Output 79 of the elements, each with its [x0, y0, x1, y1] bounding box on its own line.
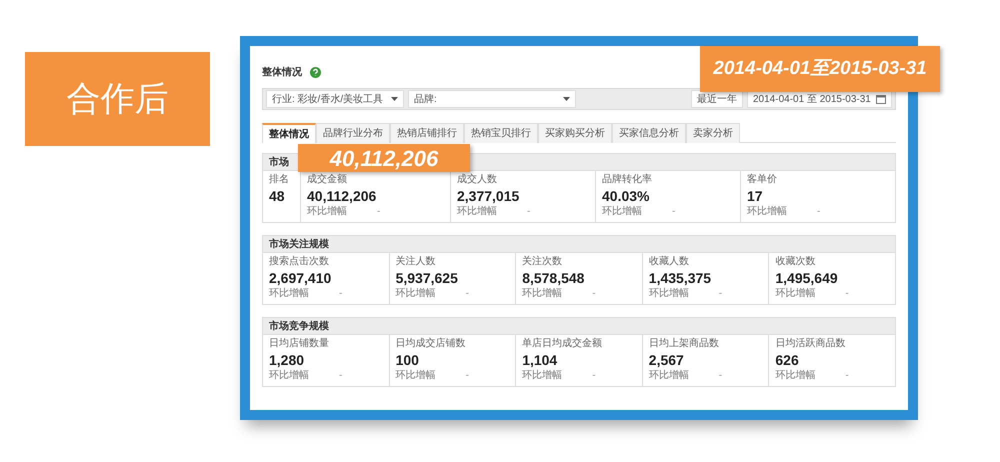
callout-label: 40,112,206 — [298, 144, 470, 172]
metric-value: 8,578,548 — [522, 269, 586, 288]
tab[interactable]: 品牌行业分布 — [316, 123, 390, 143]
change-label: 环比增幅 — [775, 370, 816, 382]
change-label: 环比增幅 — [396, 288, 437, 300]
metric-value: 626 — [775, 351, 800, 370]
metric-value: 17 — [747, 187, 764, 206]
metric-value: 100 — [396, 351, 420, 370]
metric-label: 收藏次数 — [775, 256, 816, 268]
metric-value: 40,112,206 — [307, 187, 378, 206]
metric-value: 1,495,649 — [775, 269, 839, 288]
metric-value: 5,937,625 — [396, 269, 459, 288]
change-label: 环比增幅 — [522, 288, 564, 300]
dropdown[interactable]: 品牌: — [408, 90, 576, 108]
metric-label: 关注人数 — [396, 256, 437, 268]
change-value: - — [339, 370, 342, 382]
metric-label: 日均活跃商品数 — [775, 338, 846, 350]
metric-value: 40.03% — [602, 187, 650, 206]
change-value: - — [718, 288, 722, 300]
metric-value: 1,435,375 — [648, 269, 712, 288]
metric-value: 1,280 — [269, 351, 306, 370]
change-label: 环比增幅 — [602, 206, 643, 218]
help-icon[interactable] — [310, 66, 321, 78]
change-value: - — [592, 370, 596, 382]
section-title: 市场关注规模 — [269, 237, 329, 252]
caret-icon — [563, 97, 570, 101]
change-label: 环比增幅 — [457, 206, 498, 218]
tab[interactable]: 买家购买分析 — [538, 123, 612, 143]
metric-value: 2,377,015 — [457, 187, 520, 206]
tab[interactable]: 整体情况 — [262, 123, 316, 143]
callout-label: 2014-04-01至2015-03-31 — [700, 46, 940, 92]
metric-label: 客单价 — [747, 174, 778, 186]
tab[interactable]: 热销宝贝排行 — [464, 123, 538, 143]
caret-icon — [391, 97, 398, 101]
metric-value: 1,104 — [522, 351, 558, 370]
metric-label: 排名 — [269, 174, 290, 186]
change-value: - — [845, 288, 849, 300]
change-label: 环比增幅 — [648, 288, 690, 300]
change-value: - — [339, 288, 342, 300]
metric-label: 单店日均成交金额 — [522, 338, 604, 350]
change-label: 环比增幅 — [307, 206, 348, 218]
dropdown[interactable]: 最近一年 — [691, 90, 743, 108]
dropdown[interactable]: 行业: 彩妆/香水/美妆工具 — [266, 90, 404, 108]
tab[interactable]: 买家信息分析 — [612, 123, 686, 143]
calendar-icon — [876, 94, 886, 104]
badge-label: 合作后 — [25, 52, 210, 146]
metric-label: 收藏人数 — [648, 256, 690, 268]
change-value: - — [817, 206, 820, 218]
change-label: 环比增幅 — [269, 288, 310, 300]
change-label: 环比增幅 — [747, 206, 788, 218]
change-label: 环比增幅 — [775, 288, 816, 300]
metric-value: 48 — [269, 187, 286, 206]
metric-label: 日均上架商品数 — [648, 338, 720, 350]
metric-value: 2,567 — [648, 351, 685, 370]
metric-label: 搜索点击次数 — [269, 256, 330, 268]
change-value: - — [672, 206, 676, 218]
metric-label: 成交人数 — [457, 174, 498, 186]
section-title: 市场 — [269, 155, 289, 170]
change-label: 环比增幅 — [396, 370, 437, 382]
tab[interactable]: 热销店铺排行 — [390, 123, 464, 143]
section-title: 市场竞争规模 — [269, 319, 329, 334]
metric-label: 日均店铺数量 — [269, 338, 330, 350]
change-label: 环比增幅 — [269, 370, 310, 382]
panel-title: 整体情况 — [262, 66, 302, 80]
change-value: - — [377, 206, 380, 218]
change-value: - — [466, 370, 469, 382]
metric-value: 2,697,410 — [269, 269, 332, 288]
change-value: - — [527, 206, 530, 218]
change-value: - — [466, 288, 469, 300]
metric-label: 关注次数 — [522, 256, 564, 268]
change-label: 环比增幅 — [522, 370, 564, 382]
metric-label: 日均成交店铺数 — [396, 338, 467, 350]
metric-label: 品牌转化率 — [602, 174, 653, 186]
change-label: 环比增幅 — [648, 370, 690, 382]
tab[interactable]: 卖家分析 — [686, 123, 740, 143]
change-value: - — [718, 370, 722, 382]
metric-label: 成交金额 — [307, 174, 348, 186]
change-value: - — [592, 288, 596, 300]
change-value: - — [845, 370, 849, 382]
